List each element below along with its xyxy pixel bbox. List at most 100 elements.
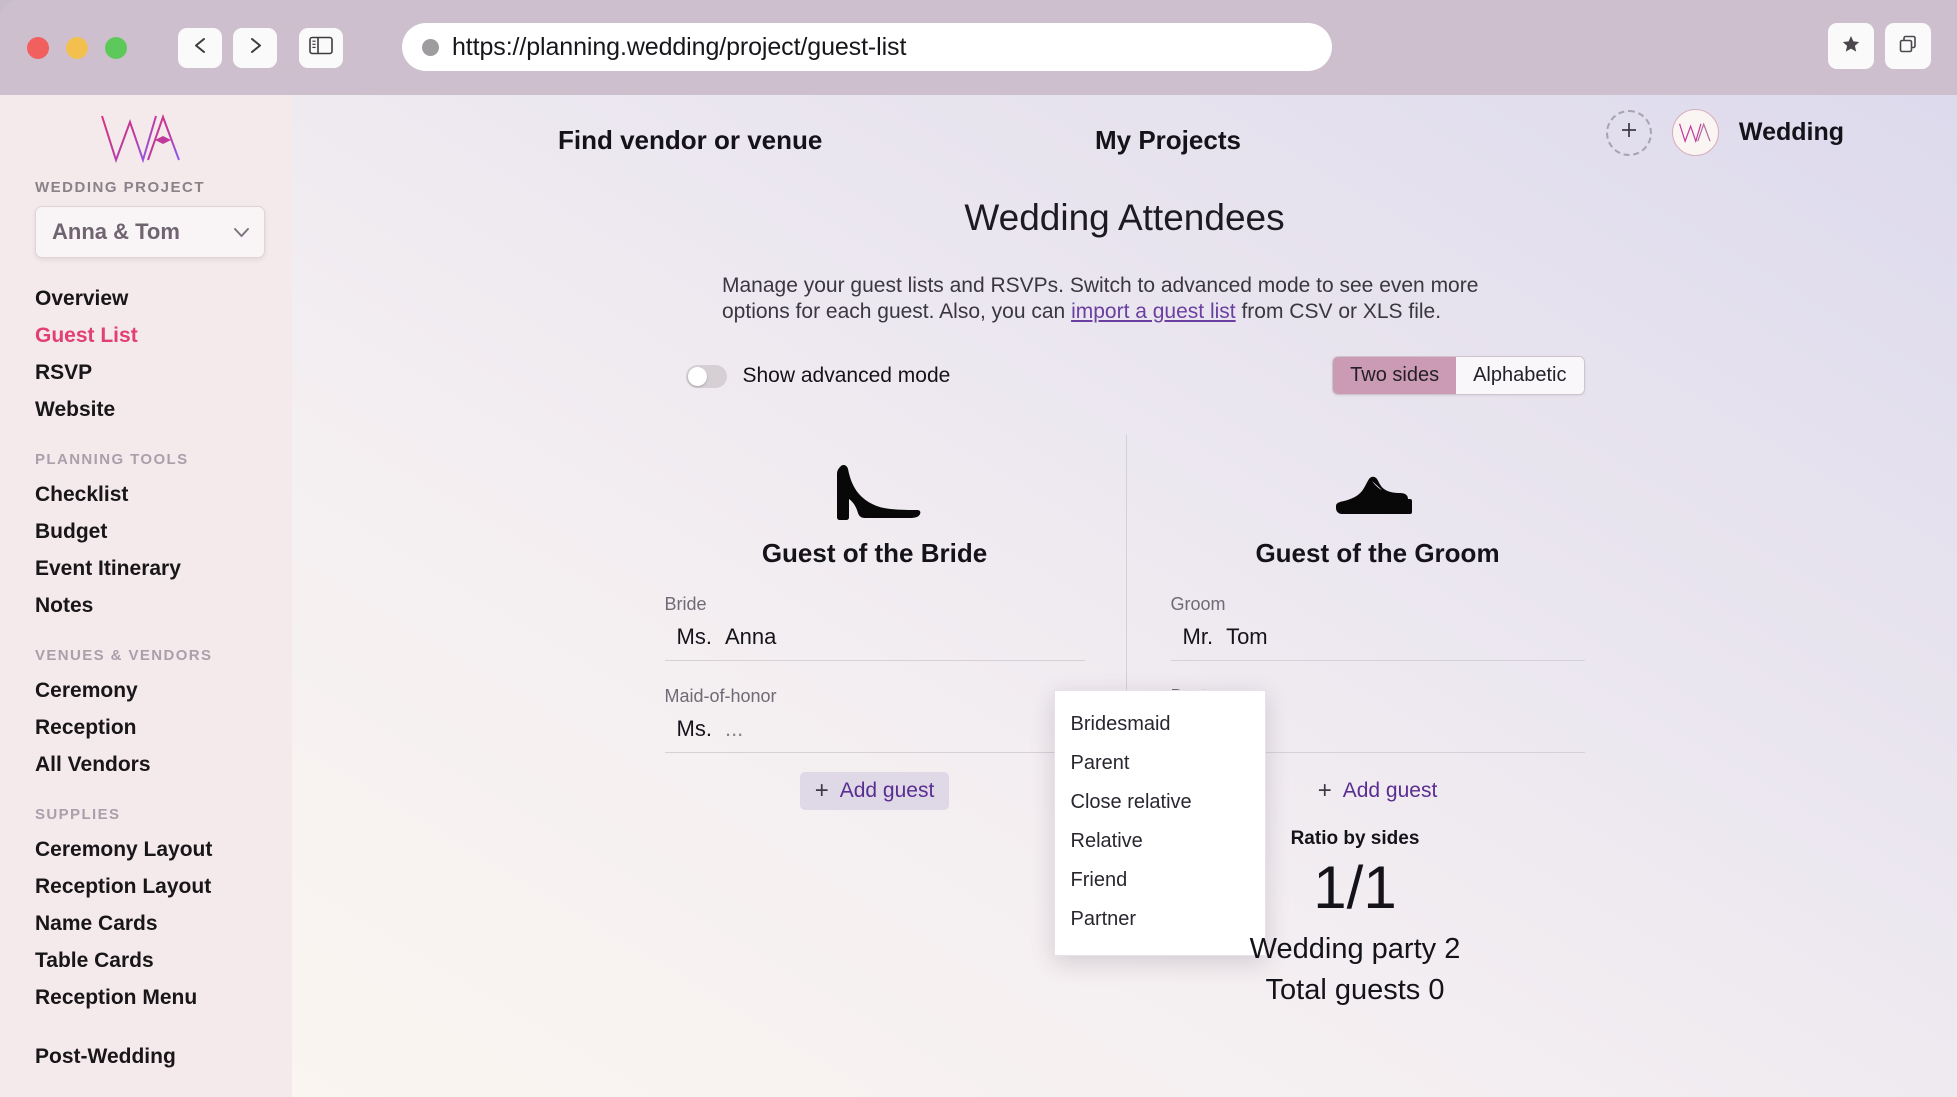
- sidebar-item-website[interactable]: Website: [35, 391, 292, 428]
- total-guests-count: Total guests 0: [1265, 974, 1445, 1007]
- import-guest-list-link[interactable]: import a guest list: [1071, 300, 1236, 323]
- bride-side-title: Guest of the Bride: [761, 538, 988, 569]
- sidebar-item-all-vendors[interactable]: All Vendors: [35, 746, 292, 783]
- url-text: https://planning.wedding/project/guest-l…: [452, 32, 907, 61]
- sidebar-item-ceremony[interactable]: Ceremony: [35, 672, 292, 709]
- sidebar-item-event-itinerary[interactable]: Event Itinerary: [35, 550, 292, 587]
- close-window-button[interactable]: [27, 36, 49, 59]
- segment-alphabetic[interactable]: Alphabetic: [1456, 357, 1584, 395]
- bride-field-value: Anna: [724, 624, 777, 650]
- groom-field-label: Groom: [1170, 594, 1226, 615]
- maid-of-honor-field-prefix: Ms.: [676, 716, 712, 742]
- segment-two-sides[interactable]: Two sides: [1333, 357, 1457, 395]
- forward-button[interactable]: [233, 27, 277, 68]
- sidebar-item-table-cards[interactable]: Table Cards: [35, 942, 292, 979]
- browser-chrome: https://planning.wedding/project/guest-l…: [0, 0, 1957, 95]
- browser-window: https://planning.wedding/project/guest-l…: [0, 0, 1957, 1097]
- page-title: Wedding Attendees: [964, 197, 1285, 238]
- avatar[interactable]: [1671, 109, 1719, 156]
- sidebar-item-name-cards[interactable]: Name Cards: [35, 905, 292, 942]
- bride-add-guest-button[interactable]: + Add guest: [799, 772, 950, 811]
- app-logo[interactable]: [35, 95, 292, 169]
- wa-avatar-logo: [1679, 122, 1712, 143]
- project-selector[interactable]: Anna & Tom: [35, 206, 265, 258]
- chevron-right-icon: [247, 36, 264, 60]
- maid-of-honor-field-label: Maid-of-honor: [664, 686, 777, 707]
- sidebar: WEDDING PROJECT Anna & Tom Overview Gues…: [0, 95, 292, 1097]
- advanced-mode-toggle[interactable]: [685, 364, 727, 388]
- sidebar-item-reception[interactable]: Reception: [35, 709, 292, 746]
- controls-row: Show advanced mode Two sides Alphabetic: [665, 356, 1585, 402]
- dress-shoe-icon: [1171, 428, 1585, 526]
- account-name: Wedding: [1738, 118, 1844, 146]
- maximize-window-button[interactable]: [105, 36, 127, 59]
- add-project-button[interactable]: [1605, 109, 1652, 156]
- plus-icon: +: [814, 777, 829, 805]
- sidebar-item-notes[interactable]: Notes: [35, 587, 292, 624]
- bookmark-button[interactable]: [1828, 23, 1874, 69]
- project-selector-value: Anna & Tom: [52, 219, 180, 244]
- tab-overview-button[interactable]: [1885, 23, 1931, 69]
- maid-of-honor-field-input[interactable]: Ms. ...: [664, 707, 1085, 754]
- chrome-right-buttons: [1828, 23, 1931, 69]
- sidebar-item-overview[interactable]: Overview: [35, 280, 292, 317]
- maid-of-honor-field: Maid-of-honor Ms. ...: [664, 686, 1085, 754]
- groom-field-prefix: Mr.: [1182, 624, 1214, 650]
- advanced-mode-label: Show advanced mode: [742, 364, 951, 388]
- dropdown-item-close-relative[interactable]: Close relative: [1055, 783, 1265, 822]
- address-bar[interactable]: https://planning.wedding/project/guest-l…: [402, 23, 1332, 71]
- chevron-down-icon: [233, 224, 250, 241]
- sidebar-item-reception-menu[interactable]: Reception Menu: [35, 979, 292, 1016]
- sidebar-item-guest-list[interactable]: Guest List: [35, 317, 292, 354]
- back-button[interactable]: [178, 27, 222, 68]
- star-icon: [1841, 34, 1861, 59]
- dropdown-item-bridesmaid[interactable]: Bridesmaid: [1055, 705, 1265, 744]
- sidebar-toggle-icon: [309, 36, 333, 60]
- groom-add-guest-button[interactable]: + Add guest: [1303, 772, 1453, 810]
- groom-field: Groom Mr. Tom: [1170, 594, 1585, 662]
- page-description: Manage your guest lists and RSVPs. Switc…: [722, 273, 1527, 324]
- sidebar-toggle-group: [299, 27, 343, 68]
- sidebar-item-rsvp[interactable]: RSVP: [35, 354, 292, 391]
- sidebar-item-reception-layout[interactable]: Reception Layout: [35, 868, 292, 905]
- chevron-left-icon: [192, 36, 209, 60]
- ratio-label: Ratio by sides: [1290, 828, 1420, 850]
- sidebar-group-planning-tools: PLANNING TOOLS: [35, 451, 189, 468]
- copy-tabs-icon: [1897, 33, 1919, 60]
- sidebar-group-supplies: SUPPLIES: [35, 806, 121, 823]
- toggle-knob: [687, 366, 707, 386]
- dropdown-item-parent[interactable]: Parent: [1055, 744, 1265, 783]
- bride-add-guest-row: + Add guest: [665, 772, 1085, 811]
- groom-field-value: Tom: [1226, 624, 1268, 650]
- sidebar-nav: Overview Guest List RSVP Website PLANNIN…: [35, 280, 292, 1097]
- traffic-lights: [27, 36, 127, 59]
- top-navigation: Find vendor or venue My Projects Wedding: [292, 95, 1957, 173]
- view-mode-segmented-control: Two sides Alphabetic: [1332, 356, 1585, 396]
- high-heel-shoe-icon: [665, 428, 1085, 526]
- site-favicon-icon: [422, 38, 439, 56]
- sidebar-item-checklist[interactable]: Checklist: [35, 476, 292, 513]
- bride-field: Bride Ms. Anna: [664, 594, 1085, 662]
- groom-field-input[interactable]: Mr. Tom: [1170, 615, 1585, 662]
- nav-my-projects[interactable]: My Projects: [1095, 125, 1241, 156]
- maid-of-honor-field-value: ...: [724, 716, 744, 742]
- minimize-window-button[interactable]: [66, 36, 88, 59]
- bride-field-input[interactable]: Ms. Anna: [664, 615, 1085, 662]
- navigation-buttons: [178, 27, 277, 68]
- bride-field-prefix: Ms.: [676, 624, 712, 650]
- sidebar-item-ceremony-layout[interactable]: Ceremony Layout: [35, 831, 292, 868]
- main-content: Find vendor or venue My Projects Wedding…: [292, 95, 1957, 1097]
- guest-sides-area: Guest of the Bride Bride Ms. Anna Maid-o…: [664, 428, 1585, 1006]
- sidebar-item-post-wedding[interactable]: Post-Wedding: [35, 1038, 292, 1075]
- plus-icon: [1618, 119, 1640, 146]
- advanced-mode-toggle-row[interactable]: Show advanced mode: [685, 364, 951, 388]
- sidebar-toggle-button[interactable]: [299, 27, 343, 68]
- nav-find-vendor[interactable]: Find vendor or venue: [558, 125, 822, 156]
- brand-label: WEDDING PROJECT: [35, 179, 206, 196]
- sidebar-item-budget[interactable]: Budget: [35, 513, 292, 550]
- sidebar-group-venues-vendors: VENUES & VENDORS: [35, 647, 213, 664]
- wa-monogram-logo: [101, 114, 180, 164]
- account-area: Wedding: [1605, 109, 1844, 156]
